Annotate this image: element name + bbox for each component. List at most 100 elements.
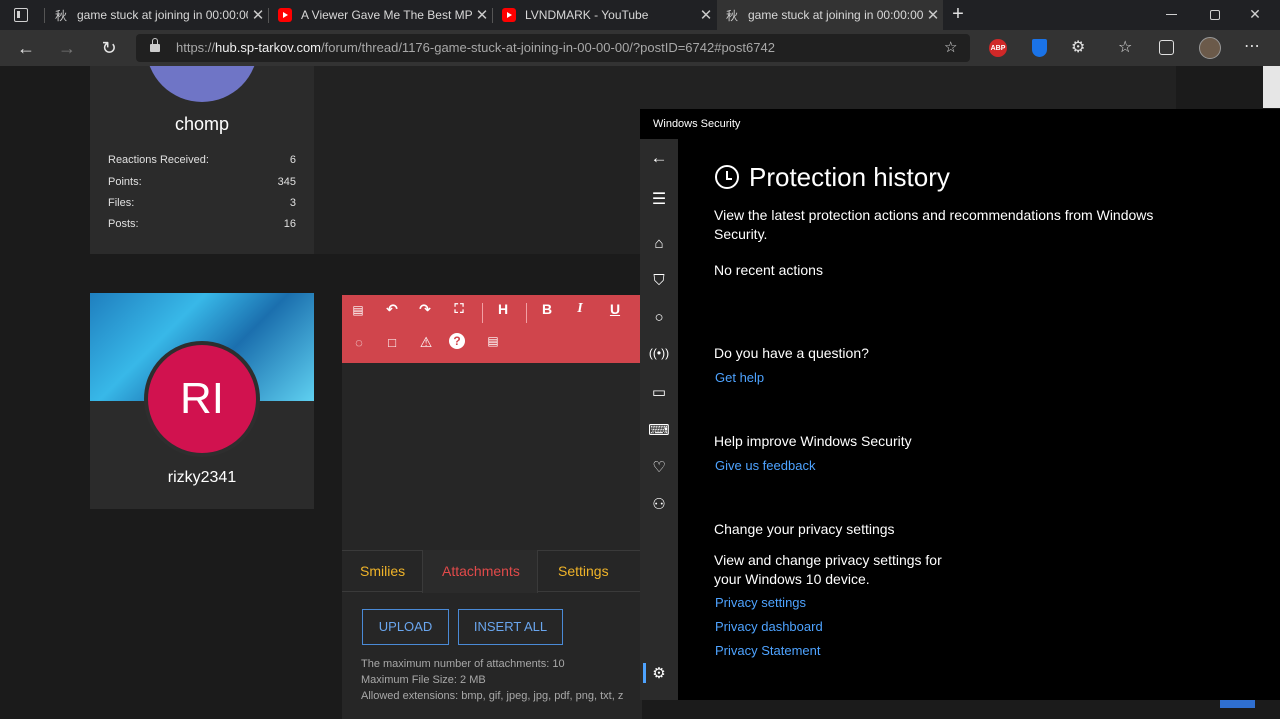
collections-icon[interactable] xyxy=(1159,40,1174,55)
window-title: Windows Security xyxy=(653,118,741,130)
italic-icon[interactable]: I xyxy=(570,301,590,317)
browser-toolbar: ← → ↻ https://hub.sp-tarkov.com/forum/th… xyxy=(0,30,1280,66)
editor-tabs: Smilies Attachments Settings xyxy=(342,550,642,593)
stat-row: Reactions Received: 6 xyxy=(108,154,296,166)
warning-icon[interactable]: ⚠ xyxy=(416,334,436,351)
youtube-icon xyxy=(502,8,516,22)
feedback-link[interactable]: Give us feedback xyxy=(715,458,815,473)
undo-icon[interactable]: ↶ xyxy=(382,301,402,318)
url-prefix: https:// xyxy=(176,40,216,55)
favorites-add-icon[interactable]: ☆ xyxy=(944,38,957,56)
info-line: The maximum number of attachments: 10 xyxy=(361,658,565,670)
extensions-icon[interactable]: ⚙ xyxy=(1071,37,1085,57)
tab-actions-icon[interactable] xyxy=(14,8,28,22)
page-description: View the latest protection actions and r… xyxy=(714,207,1154,242)
avatar: RI xyxy=(144,341,260,457)
get-help-link[interactable]: Get help xyxy=(715,370,764,385)
section-heading: Change your privacy settings xyxy=(714,521,895,537)
stat-value: 3 xyxy=(289,197,296,209)
url-text: https://hub.sp-tarkov.com/forum/thread/1… xyxy=(176,40,775,55)
url-host: hub.sp-tarkov.com xyxy=(215,40,321,55)
browser-tab-bar: 秋 game stuck at joining in 00:00:00 ✕ A … xyxy=(0,0,1280,30)
avatar xyxy=(146,66,258,102)
app-browser-icon[interactable]: ▭ xyxy=(640,383,678,401)
new-tab-icon[interactable]: + xyxy=(948,3,968,27)
browser-tab[interactable]: A Viewer Gave Me The Best MP7 ✕ xyxy=(270,0,492,30)
heading-icon[interactable]: H xyxy=(493,301,513,317)
refresh-icon[interactable]: ↻ xyxy=(92,30,126,66)
stat-row: Files: 3 xyxy=(108,197,296,209)
upload-button[interactable]: UPLOAD xyxy=(362,609,449,645)
document-icon[interactable]: ▤ xyxy=(483,334,503,348)
close-icon[interactable]: ✕ xyxy=(923,6,943,24)
close-icon[interactable]: ✕ xyxy=(248,6,268,24)
fullscreen-icon[interactable]: ⛶ xyxy=(449,301,469,317)
close-icon[interactable]: ✕ xyxy=(472,6,492,24)
back-icon[interactable]: ← xyxy=(9,30,43,66)
address-bar[interactable]: https://hub.sp-tarkov.com/forum/thread/1… xyxy=(136,34,970,62)
lock-icon[interactable] xyxy=(150,38,160,52)
privacy-description: View and change privacy settings for you… xyxy=(714,552,942,587)
source-code-icon[interactable]: ▤ xyxy=(348,303,368,317)
page-title: Protection history xyxy=(749,162,950,192)
browser-tab[interactable]: 秋 game stuck at joining in 00:00:00 ✕ xyxy=(46,0,268,30)
privacy-settings-link[interactable]: Privacy settings xyxy=(715,595,806,610)
tab-title: game stuck at joining in 00:00:00 xyxy=(77,8,248,22)
redo-icon[interactable]: ↷ xyxy=(415,301,435,318)
settings-icon[interactable]: ⚙ xyxy=(640,664,678,682)
home-icon[interactable]: ⌂ xyxy=(640,235,678,252)
stat-value: 16 xyxy=(283,218,296,230)
tab-attachments[interactable]: Attachments xyxy=(422,550,538,593)
hamburger-menu-icon[interactable]: ☰ xyxy=(640,189,678,209)
page-scrollbar[interactable] xyxy=(1263,66,1280,108)
restore-icon[interactable] xyxy=(1210,10,1220,20)
tarkov-kanji-icon: 秋 xyxy=(725,8,738,23)
browser-tab[interactable]: LVNDMARK - YouTube ✕ xyxy=(494,0,716,30)
more-menu-icon[interactable]: ⋯ xyxy=(1244,36,1260,56)
stat-value: 345 xyxy=(277,176,296,188)
privacy-dashboard-link[interactable]: Privacy dashboard xyxy=(715,619,823,634)
username[interactable]: chomp xyxy=(90,114,314,135)
stat-row: Posts: 16 xyxy=(108,218,296,230)
status-text: No recent actions xyxy=(714,262,823,278)
account-icon[interactable]: ○ xyxy=(640,309,678,326)
username[interactable]: rizky2341 xyxy=(90,469,314,487)
browser-tab-active[interactable]: 秋 game stuck at joining in 00:00:00 ✕ xyxy=(717,0,943,30)
adblock-plus-icon[interactable]: ABP xyxy=(989,39,1007,57)
history-icon xyxy=(715,165,739,189)
box-icon[interactable]: □ xyxy=(382,335,402,350)
toolbar-divider xyxy=(482,303,483,323)
navigation-rail: ← ☰ ⌂ ⛉ ○ ((•)) ▭ ⌨ ♡ ⚇ ⚙ xyxy=(640,139,678,700)
info-line: Maximum File Size: 2 MB xyxy=(361,674,486,686)
stat-value: 6 xyxy=(289,154,296,166)
insert-all-button[interactable]: INSERT ALL xyxy=(458,609,563,645)
back-icon[interactable]: ← xyxy=(640,148,678,168)
tab-settings[interactable]: Settings xyxy=(558,563,609,579)
tab-smilies[interactable]: Smilies xyxy=(360,563,405,579)
stat-label: Points: xyxy=(108,176,142,188)
favorites-icon[interactable]: ☆ xyxy=(1118,37,1132,57)
network-icon[interactable]: ((•)) xyxy=(640,346,678,360)
family-options-icon[interactable]: ⚇ xyxy=(640,495,678,513)
shield-icon[interactable]: ⛉ xyxy=(640,272,678,289)
help-icon[interactable]: ? xyxy=(449,333,465,349)
privacy-statement-link[interactable]: Privacy Statement xyxy=(715,643,821,658)
tab-title: game stuck at joining in 00:00:00 xyxy=(748,8,923,22)
window-close-icon[interactable]: ✕ xyxy=(1248,6,1262,22)
user-card: RI rizky2341 xyxy=(90,293,314,509)
underline-icon[interactable]: U xyxy=(605,301,625,317)
device-security-icon[interactable]: ⌨ xyxy=(640,421,678,439)
user-card: chomp Reactions Received: 6 Points: 345 Fi… xyxy=(90,66,314,254)
bold-icon[interactable]: B xyxy=(537,301,557,317)
spoiler-icon[interactable]: ◌ xyxy=(349,335,369,350)
toolbar-divider xyxy=(526,303,527,323)
avatar-initials: RI xyxy=(180,374,224,423)
device-health-icon[interactable]: ♡ xyxy=(640,458,678,476)
close-icon[interactable]: ✕ xyxy=(696,6,716,24)
tab-label: Attachments xyxy=(442,563,520,579)
forward-icon[interactable]: → xyxy=(50,30,84,66)
youtube-icon xyxy=(278,8,292,22)
minimize-icon[interactable] xyxy=(1166,14,1177,15)
profile-avatar[interactable] xyxy=(1199,37,1221,59)
shield-extension-icon[interactable] xyxy=(1032,39,1047,57)
